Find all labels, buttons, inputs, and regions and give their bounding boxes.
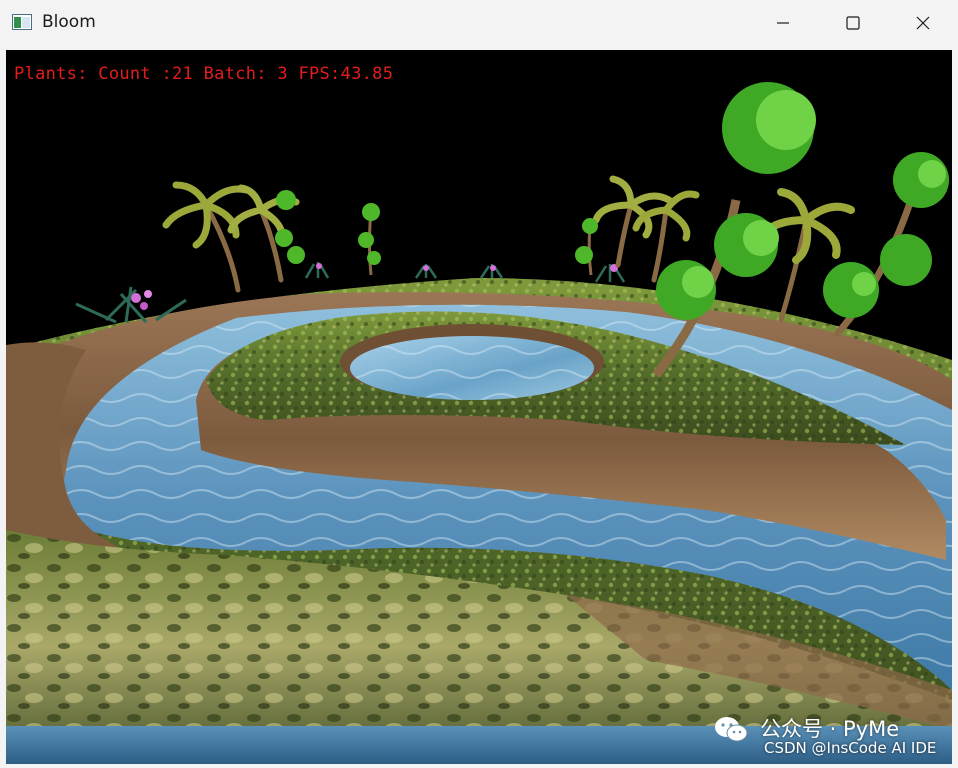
maximize-icon	[846, 16, 860, 30]
terrain-scene	[6, 50, 952, 764]
maximize-button[interactable]	[818, 0, 888, 46]
window-title: Bloom	[42, 12, 96, 32]
minimize-button[interactable]	[748, 0, 818, 46]
app-window: Bloom Plants: Count:21 Batch: 3 FPS:43.…	[0, 0, 958, 768]
hud-stats: Plants: Count :21 Batch: 3 FPS:43.85	[14, 64, 394, 84]
close-button[interactable]	[888, 0, 958, 46]
minimize-icon	[777, 22, 789, 24]
watermark-line-2: CSDN @InsCode AI IDE	[764, 739, 937, 757]
title-bar[interactable]: Bloom	[0, 0, 958, 46]
wechat-icon	[715, 717, 748, 742]
watermark: 公众号 · PyMe CSDN @InsCode AI IDE	[712, 713, 952, 759]
render-viewport[interactable]: Plants: Count :21 Batch: 3 FPS:43.85 公众号…	[6, 50, 952, 764]
close-icon	[916, 16, 930, 30]
app-window-icon	[12, 14, 32, 30]
